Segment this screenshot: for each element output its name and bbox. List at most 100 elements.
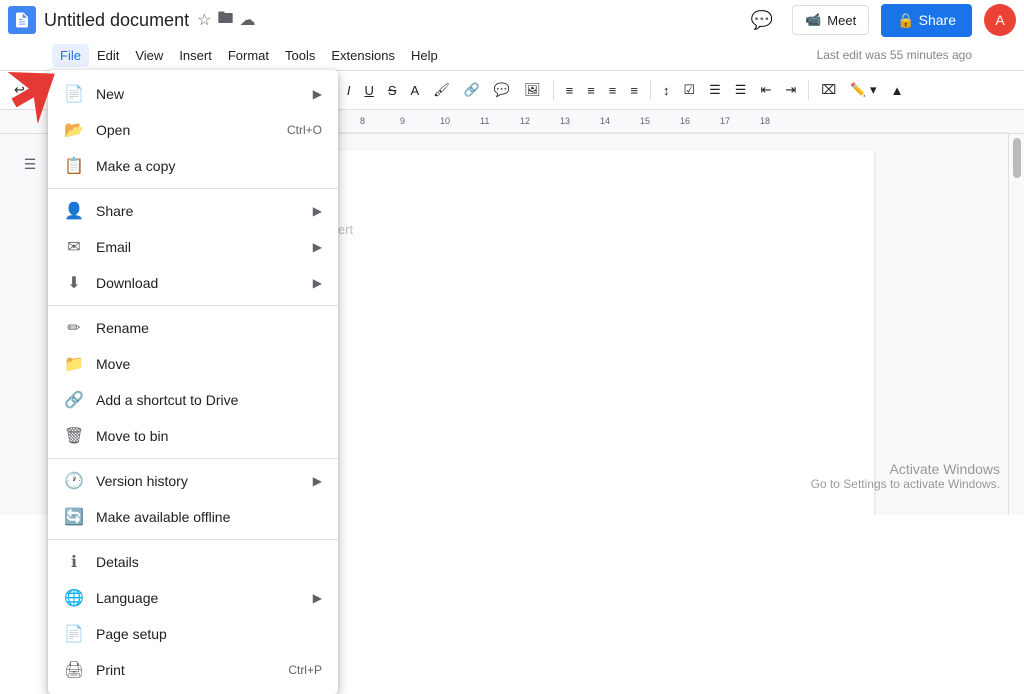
menu-item-version[interactable]: 🕐 Version history ▶ bbox=[48, 463, 338, 499]
menu-tools[interactable]: Tools bbox=[277, 44, 323, 67]
toolbar-sep-6 bbox=[808, 80, 809, 100]
app-logo bbox=[8, 6, 36, 34]
new-arrow: ▶ bbox=[313, 87, 322, 101]
scroll-thumb[interactable] bbox=[1013, 138, 1021, 178]
email-arrow: ▶ bbox=[313, 240, 322, 254]
email-icon: ✉ bbox=[64, 237, 84, 257]
divider-2 bbox=[48, 305, 338, 306]
divider-4 bbox=[48, 539, 338, 540]
numbered-list[interactable]: ☰ bbox=[729, 78, 753, 102]
meet-button[interactable]: 📹 Meet bbox=[792, 5, 869, 35]
page-setup-label: Page setup bbox=[96, 626, 322, 642]
language-icon: 🌐 bbox=[64, 588, 84, 608]
line-spacing[interactable]: ↕ bbox=[657, 79, 676, 102]
menu-edit[interactable]: Edit bbox=[89, 44, 127, 67]
lock-icon: 🔒 bbox=[897, 12, 914, 29]
font-color-button[interactable]: A bbox=[405, 79, 426, 102]
toolbar-sep-5 bbox=[650, 80, 651, 100]
menu-item-new[interactable]: 📄 New ▶ bbox=[48, 76, 338, 112]
menu-insert[interactable]: Insert bbox=[171, 44, 220, 67]
svg-text:18: 18 bbox=[760, 116, 770, 126]
divider-1 bbox=[48, 188, 338, 189]
underline-button[interactable]: U bbox=[358, 79, 379, 102]
bullet-list[interactable]: ☰ bbox=[703, 78, 727, 102]
star-icon[interactable]: ☆ bbox=[197, 10, 211, 30]
svg-text:14: 14 bbox=[600, 116, 610, 126]
svg-text:15: 15 bbox=[640, 116, 650, 126]
details-icon: ℹ bbox=[64, 552, 84, 572]
scrollbar[interactable] bbox=[1008, 134, 1024, 515]
toolbar-sep-4 bbox=[553, 80, 554, 100]
email-label: Email bbox=[96, 239, 313, 255]
new-icon: 📄 bbox=[64, 84, 84, 104]
new-label: New bbox=[96, 86, 313, 102]
align-center[interactable]: ≡ bbox=[581, 79, 601, 102]
details-label: Details bbox=[96, 554, 322, 570]
menu-item-shortcut[interactable]: 🔗 Add a shortcut to Drive bbox=[48, 382, 338, 418]
menu-view[interactable]: View bbox=[127, 44, 171, 67]
download-label: Download bbox=[96, 275, 313, 291]
svg-text:17: 17 bbox=[720, 116, 730, 126]
menu-item-details[interactable]: ℹ Details bbox=[48, 544, 338, 580]
activate-windows-notice: Activate Windows Go to Settings to activ… bbox=[811, 461, 1000, 491]
last-edit-text: Last edit was 55 minutes ago bbox=[817, 48, 972, 62]
menu-item-bin[interactable]: 🗑 Move to bin bbox=[48, 418, 338, 454]
title-icons: ☆ 🖿 ☁ bbox=[197, 7, 255, 34]
document-title[interactable]: Untitled document bbox=[44, 10, 189, 31]
copy-label: Make a copy bbox=[96, 158, 322, 174]
format-options[interactable]: ✏️ ▾ bbox=[844, 78, 882, 102]
highlight-button[interactable]: 🖌 bbox=[427, 78, 456, 102]
menu-item-download[interactable]: ⬇ Download ▶ bbox=[48, 265, 338, 301]
menu-item-share[interactable]: 👤 Share ▶ bbox=[48, 193, 338, 229]
undo-button[interactable]: ↩ bbox=[8, 78, 31, 102]
more-options[interactable]: ▲ bbox=[885, 79, 910, 102]
menu-format[interactable]: Format bbox=[220, 44, 277, 67]
menu-file[interactable]: File bbox=[52, 44, 89, 67]
svg-text:9: 9 bbox=[400, 116, 405, 126]
top-bar: Untitled document ☆ 🖿 ☁ 💬 📹 Meet 🔒 Share… bbox=[0, 0, 1024, 40]
rename-icon: ✏ bbox=[64, 318, 84, 338]
menu-item-copy[interactable]: 📋 Make a copy bbox=[48, 148, 338, 184]
clear-format[interactable]: ⌧ bbox=[815, 78, 842, 102]
move-icon: 📁 bbox=[64, 354, 84, 374]
user-avatar[interactable]: A bbox=[984, 4, 1016, 36]
offline-icon: 🔄 bbox=[64, 507, 84, 527]
open-icon: 📂 bbox=[64, 120, 84, 140]
menu-item-email[interactable]: ✉ Email ▶ bbox=[48, 229, 338, 265]
menu-item-open[interactable]: 📂 Open Ctrl+O bbox=[48, 112, 338, 148]
italic-button[interactable]: I bbox=[341, 79, 357, 102]
align-right[interactable]: ≡ bbox=[603, 79, 623, 102]
share-label: Share bbox=[96, 203, 313, 219]
strikethrough-button[interactable]: S bbox=[382, 79, 403, 102]
svg-text:13: 13 bbox=[560, 116, 570, 126]
image-button[interactable]: 🖼 bbox=[518, 78, 547, 102]
menu-item-move[interactable]: 📁 Move bbox=[48, 346, 338, 382]
comment-button[interactable]: 💬 bbox=[488, 78, 516, 102]
link-button[interactable]: 🔗 bbox=[458, 78, 486, 102]
menu-item-rename[interactable]: ✏ Rename bbox=[48, 310, 338, 346]
menu-item-page-setup[interactable]: 📄 Page setup bbox=[48, 616, 338, 652]
menu-item-print[interactable]: 🖨 Print Ctrl+P bbox=[48, 652, 338, 688]
folder-icon[interactable]: 🖿 bbox=[217, 7, 233, 34]
move-label: Move bbox=[96, 356, 322, 372]
shortcut-icon: 🔗 bbox=[64, 390, 84, 410]
increase-indent[interactable]: ⇥ bbox=[779, 78, 802, 102]
menu-item-language[interactable]: 🌐 Language ▶ bbox=[48, 580, 338, 616]
decrease-indent[interactable]: ⇤ bbox=[754, 78, 777, 102]
copy-icon: 📋 bbox=[64, 156, 84, 176]
cloud-icon[interactable]: ☁ bbox=[239, 10, 255, 30]
bin-label: Move to bin bbox=[96, 428, 322, 444]
align-justify[interactable]: ≡ bbox=[624, 79, 644, 102]
share-button[interactable]: 🔒 Share bbox=[881, 4, 972, 37]
sidebar-nav-icon[interactable]: ☰ bbox=[12, 146, 48, 182]
menu-item-offline[interactable]: 🔄 Make available offline bbox=[48, 499, 338, 535]
align-left[interactable]: ≡ bbox=[560, 79, 580, 102]
chat-icon[interactable]: 💬 bbox=[744, 2, 780, 38]
version-arrow: ▶ bbox=[313, 474, 322, 488]
page-setup-icon: 📄 bbox=[64, 624, 84, 644]
download-arrow: ▶ bbox=[313, 276, 322, 290]
file-menu: 📄 New ▶ 📂 Open Ctrl+O 📋 Make a copy 👤 Sh… bbox=[48, 70, 338, 694]
checklist[interactable]: ☑ bbox=[677, 78, 701, 102]
menu-help[interactable]: Help bbox=[403, 44, 446, 67]
menu-extensions[interactable]: Extensions bbox=[323, 44, 403, 67]
